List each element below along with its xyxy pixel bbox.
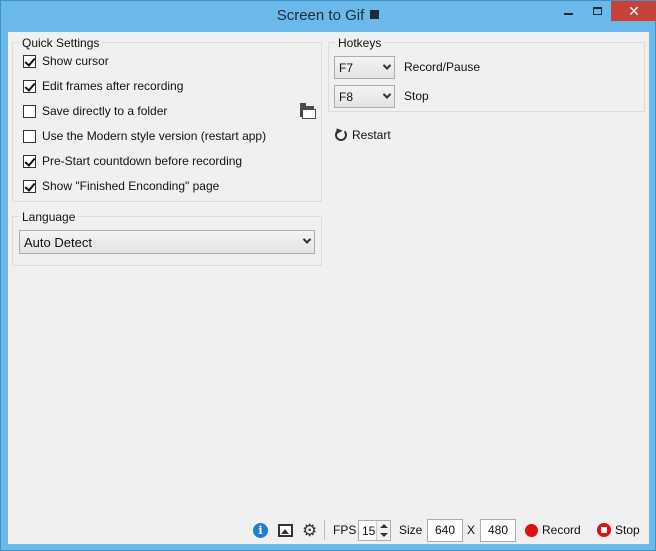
- gear-icon: ⚙: [302, 520, 318, 540]
- edit-frames-checkbox[interactable]: Edit frames after recording: [23, 78, 183, 94]
- stop-icon: [597, 523, 611, 537]
- image-icon: [278, 523, 293, 537]
- language-title: Language: [19, 210, 79, 224]
- countdown-checkbox[interactable]: Pre-Start countdown before recording: [23, 153, 242, 169]
- minimize-button[interactable]: [554, 1, 582, 21]
- stop-hotkey-label: Stop: [404, 89, 429, 103]
- show-cursor-label: Show cursor: [42, 54, 109, 68]
- restart-icon: [335, 129, 347, 141]
- restart-label: Restart: [352, 128, 391, 142]
- minimize-icon: [563, 13, 573, 15]
- chevron-up-icon[interactable]: [380, 523, 388, 528]
- language-select[interactable]: Auto Detect: [19, 230, 315, 254]
- width-field[interactable]: 640: [427, 518, 463, 542]
- modern-style-checkbox[interactable]: Use the Modern style version (restart ap…: [23, 128, 266, 144]
- separator: [324, 520, 325, 540]
- app-window: Screen to Gif ✕ Quick Settings Show curs…: [0, 0, 656, 551]
- record-hotkey-value: F7: [339, 60, 354, 75]
- hotkeys-group: Hotkeys F7 Record/Pause F8 Stop: [328, 36, 645, 112]
- edit-frames-check-box[interactable]: [23, 79, 36, 93]
- image-button[interactable]: [278, 523, 293, 537]
- record-pause-label: Record/Pause: [404, 60, 481, 74]
- client-area: Quick Settings Show cursor Edit frames a…: [8, 32, 649, 544]
- height-input[interactable]: 480: [480, 518, 516, 542]
- info-button[interactable]: i: [253, 522, 268, 538]
- chevron-down-icon: [302, 235, 312, 244]
- save-to-folder-checkbox[interactable]: Save directly to a folder: [23, 103, 167, 119]
- folder-icon[interactable]: [300, 103, 316, 119]
- fps-value: 15: [362, 523, 376, 538]
- info-icon: i: [253, 522, 268, 538]
- quick-settings-group: Quick Settings Show cursor Edit frames a…: [12, 36, 322, 202]
- close-icon: ✕: [628, 2, 640, 19]
- save-to-folder-check-box[interactable]: [23, 104, 36, 118]
- modern-style-label: Use the Modern style version (restart ap…: [42, 129, 267, 143]
- quick-settings-title: Quick Settings: [19, 36, 103, 50]
- size-x-label: X: [467, 523, 476, 537]
- size-label: Size: [399, 523, 423, 537]
- bottom-toolbar: i ⚙ FPS 15 Size 640 X 480 Record Stop: [8, 516, 649, 544]
- language-selected: Auto Detect: [24, 234, 92, 250]
- show-cursor-check-box[interactable]: [23, 54, 36, 68]
- stop-label: Stop: [615, 523, 640, 537]
- chevron-down-icon[interactable]: [380, 532, 388, 537]
- fps-label: FPS: [333, 523, 357, 537]
- maximize-icon: [592, 7, 602, 15]
- window-title-text: Screen to Gif: [276, 7, 365, 24]
- stop-hotkey-value: F8: [339, 89, 354, 104]
- show-cursor-checkbox[interactable]: Show cursor: [23, 53, 109, 69]
- width-input[interactable]: 640: [427, 518, 463, 542]
- restart-button[interactable]: Restart: [335, 127, 391, 143]
- fps-stepper[interactable]: [376, 520, 390, 540]
- chevron-down-icon: [382, 89, 392, 99]
- record-icon: [525, 523, 538, 537]
- finished-page-label: Show "Finished Enconding" page: [42, 179, 220, 193]
- height-field[interactable]: 480: [480, 518, 516, 542]
- countdown-check-box[interactable]: [23, 154, 36, 168]
- settings-button[interactable]: ⚙: [302, 522, 317, 539]
- maximize-button[interactable]: [584, 1, 610, 21]
- close-button[interactable]: ✕: [611, 1, 656, 21]
- finished-page-check-box[interactable]: [23, 179, 36, 193]
- edit-frames-label: Edit frames after recording: [42, 79, 184, 93]
- toolbar-separator: [324, 520, 325, 540]
- countdown-label: Pre-Start countdown before recording: [42, 154, 243, 168]
- record-button[interactable]: Record: [525, 523, 581, 537]
- record-hotkey-select[interactable]: F7: [334, 56, 395, 79]
- stop-button[interactable]: Stop: [597, 523, 640, 537]
- fps-input[interactable]: 15: [358, 519, 391, 541]
- hotkeys-title: Hotkeys: [335, 36, 385, 50]
- language-group: Language Auto Detect: [12, 210, 322, 266]
- title-bar[interactable]: Screen to Gif ✕: [1, 1, 656, 32]
- finished-page-checkbox[interactable]: Show "Finished Enconding" page: [23, 178, 219, 194]
- record-label: Record: [542, 523, 581, 537]
- chevron-down-icon: [382, 60, 392, 70]
- stop-hotkey-select[interactable]: F8: [334, 85, 395, 108]
- save-to-folder-label: Save directly to a folder: [42, 104, 168, 118]
- fps-spinner[interactable]: 15: [358, 519, 391, 541]
- modern-style-check-box[interactable]: [23, 129, 36, 143]
- title-stop-icon: [370, 10, 380, 19]
